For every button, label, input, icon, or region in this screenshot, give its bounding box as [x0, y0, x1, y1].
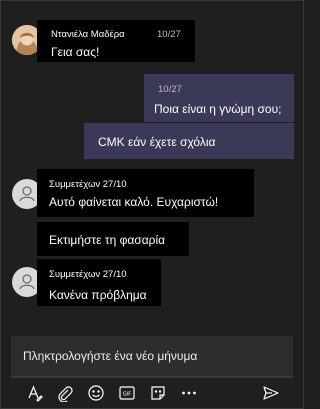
- message-time: 10/27: [158, 84, 182, 95]
- more-icon[interactable]: [179, 383, 199, 403]
- message-text: Εκτιμήστε τη φασαρία: [49, 233, 166, 247]
- message-sender: Συμμετέχων 27/10: [49, 269, 127, 280]
- message-input[interactable]: [11, 336, 293, 376]
- sticker-icon[interactable]: [148, 383, 168, 403]
- message-bubble: Εκτιμήστε τη φασαρία: [37, 222, 189, 256]
- emoji-icon[interactable]: [86, 383, 106, 403]
- message-bubble: Ντανιέλα Μαδέρα 10/27 Γεια σας!: [37, 20, 195, 62]
- svg-text:GIF: GIF: [123, 392, 131, 398]
- message-bubble: Συμμετέχων 27/10 Αυτό φαίνεται καλό. Ευχ…: [37, 169, 254, 217]
- compose-box[interactable]: [11, 336, 293, 378]
- message-sender: Συμμετέχων 27/10: [49, 179, 127, 190]
- message-text: Γεια σας!: [51, 45, 100, 59]
- attach-icon[interactable]: [55, 383, 75, 403]
- message-text: Αυτό φαίνεται καλό. Ευχαριστώ!: [49, 195, 219, 209]
- message-text: CMK εάν έχετε σχόλια: [98, 135, 216, 149]
- message-sender: Ντανιέλα Μαδέρα: [51, 29, 125, 40]
- format-icon[interactable]: [25, 383, 45, 403]
- message-bubble: CMK εάν έχετε σχόλια: [84, 123, 294, 159]
- message-text: Κανένα πρόβλημα: [49, 288, 147, 302]
- send-icon[interactable]: [261, 383, 281, 403]
- message-time: 10/27: [157, 29, 181, 40]
- message-bubble: 10/27 Ποια είναι η γνώμη σου;: [144, 74, 294, 122]
- gif-icon[interactable]: GIF: [117, 383, 137, 403]
- message-text: Ποια είναι η γνώμη σου;: [154, 102, 282, 116]
- message-bubble: Συμμετέχων 27/10 Κανένα πρόβλημα: [37, 259, 161, 306]
- chat-window: Ντανιέλα Μαδέρα 10/27 Γεια σας! 10/27 Πο…: [0, 0, 304, 409]
